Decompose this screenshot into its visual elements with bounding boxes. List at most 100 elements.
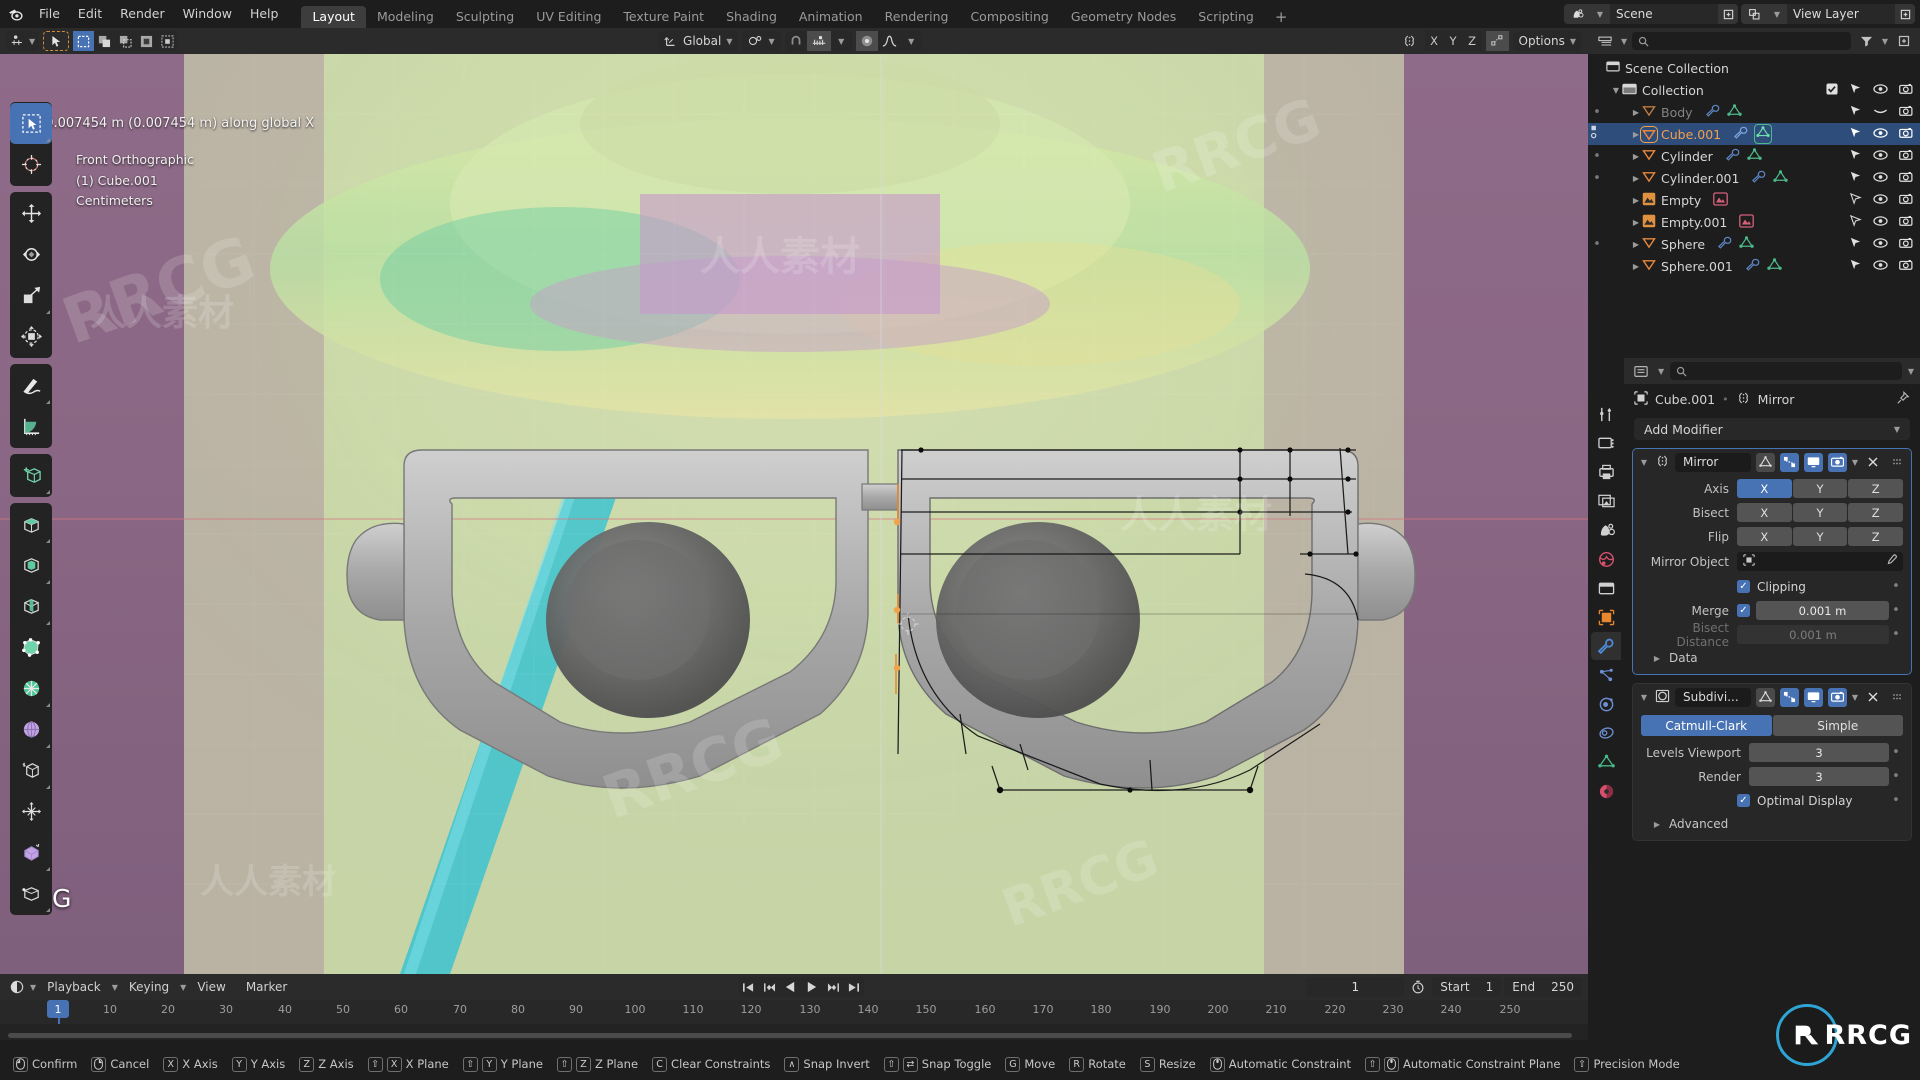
mirror-collapse-triangle-icon[interactable]: ▼ (1638, 458, 1650, 467)
mirror-delete-icon[interactable] (1863, 453, 1882, 472)
tab-tool[interactable] (1591, 400, 1621, 428)
outliner-display-mode-chevron-icon[interactable]: ▼ (1621, 37, 1627, 46)
scale-tool[interactable] (10, 275, 52, 316)
mirror-options-icon[interactable] (1398, 31, 1421, 51)
mesh-data-icon[interactable] (1754, 124, 1773, 144)
outliner-new-collection-icon[interactable] (1893, 31, 1914, 51)
mirror-axis-x-button[interactable]: X (1737, 479, 1792, 498)
camera-icon[interactable] (1899, 171, 1913, 186)
mirror-axis-z[interactable]: Z (1462, 31, 1482, 51)
tab-render[interactable] (1591, 429, 1621, 457)
mirror-data-subpanel[interactable]: ▶ Data (1641, 648, 1903, 666)
outliner-row-body[interactable]: • ▶ Body (1588, 101, 1920, 123)
annotate-tool[interactable] (10, 365, 52, 406)
disclosure-triangle-icon[interactable]: ▼ (1610, 86, 1622, 95)
menu-edit[interactable]: Edit (69, 0, 111, 28)
mirror-render-display-icon[interactable] (1827, 452, 1847, 472)
prev-keyframe-button[interactable] (760, 977, 780, 997)
tweak-tool[interactable] (10, 103, 52, 144)
outliner-row-sphere[interactable]: • ▶ Sphere (1588, 233, 1920, 255)
mirror-flip-y-button[interactable]: Y (1792, 527, 1848, 546)
image-data-icon[interactable] (1713, 191, 1729, 209)
subdivision-drag-handle-icon[interactable] (1887, 688, 1906, 707)
subdivision-edit-mode-display-icon[interactable] (1779, 687, 1799, 707)
selectable-filter-icon[interactable] (1849, 236, 1862, 252)
selectable-filter-icon[interactable] (1849, 104, 1862, 120)
loop-cut-tool[interactable] (10, 627, 52, 668)
tab-collection[interactable] (1591, 574, 1621, 602)
selectable-filter-icon[interactable] (1849, 258, 1862, 274)
falloff-chevron-down-icon[interactable]: ▼ (901, 31, 922, 51)
mirror-flip-x-button[interactable]: X (1737, 527, 1792, 546)
tab-constraints[interactable] (1591, 719, 1621, 747)
selectable-filter-icon[interactable] (1849, 148, 1862, 164)
filter-chevron-icon[interactable]: ▼ (1882, 37, 1888, 46)
jump-to-start-button[interactable] (739, 977, 759, 997)
eye-icon[interactable] (1873, 259, 1888, 274)
new-view-layer-button[interactable] (1895, 4, 1915, 24)
modifier-wrench-icon[interactable] (1705, 104, 1720, 120)
mesh-data-icon[interactable] (1726, 103, 1742, 121)
clipping-animate-dot[interactable]: • (1889, 579, 1903, 594)
spin-tool[interactable] (10, 750, 52, 791)
timeline-menu-view[interactable]: View (188, 977, 234, 997)
camera-icon[interactable] (1899, 193, 1913, 208)
timeline-ruler[interactable]: 10 20 30 40 50 60 70 80 90 100 110 120 1… (0, 1000, 1588, 1024)
mirror-show-on-cage-icon[interactable] (1755, 452, 1775, 472)
subdivision-advanced-subpanel[interactable]: ▶ Advanced (1641, 814, 1903, 832)
merge-checkbox[interactable]: ✓ (1737, 604, 1750, 617)
outliner-row-empty[interactable]: ▶ Empty (1588, 189, 1920, 211)
mesh-data-icon[interactable] (1767, 257, 1782, 275)
scene-browse-chevron-icon[interactable]: ▼ (1590, 4, 1610, 24)
menu-render[interactable]: Render (111, 0, 174, 28)
subdivision-collapse-triangle-icon[interactable]: ▼ (1638, 693, 1650, 702)
timeline-menu-keying[interactable]: Keying (120, 977, 178, 997)
transform-orientation-selector[interactable]: Global ▼ (658, 31, 739, 51)
tab-object[interactable] (1591, 603, 1621, 631)
modifier-wrench-icon[interactable] (1745, 258, 1760, 274)
mesh-data-icon[interactable] (1773, 169, 1789, 187)
camera-icon[interactable] (1899, 83, 1913, 98)
camera-icon[interactable] (1899, 215, 1913, 230)
knife-tool[interactable] (10, 668, 52, 709)
disclosure-triangle-icon[interactable]: ▶ (1630, 196, 1642, 205)
breadcrumb-modifier-name[interactable]: Mirror (1758, 392, 1795, 407)
tab-output[interactable] (1591, 458, 1621, 486)
playback-chevron-icon[interactable]: ▼ (112, 983, 118, 992)
add-cube-tool[interactable] (10, 455, 52, 496)
rotate-tool[interactable] (10, 234, 52, 275)
tab-view-layer[interactable] (1591, 487, 1621, 515)
disclosure-triangle-icon[interactable]: ▶ (1630, 130, 1642, 139)
mirror-axis-x[interactable]: X (1424, 31, 1444, 51)
modifier-wrench-icon[interactable] (1751, 170, 1766, 186)
smooth-tool[interactable] (10, 791, 52, 832)
3d-viewport[interactable]: RRCG RRCG RRCG RRCG 人人素材 人人素材 人人素材 人人素材 … (0, 54, 1588, 974)
select-subtract-icon[interactable] (115, 31, 136, 51)
interaction-mode-selector[interactable]: ▼ (6, 31, 40, 51)
timeline-editor-chevron-icon[interactable]: ▼ (30, 983, 36, 992)
move-tool[interactable] (10, 193, 52, 234)
properties-editor-type-icon[interactable] (1630, 361, 1652, 381)
disclosure-triangle-icon[interactable]: ▶ (1630, 108, 1642, 117)
snap-magnet-icon[interactable] (785, 31, 807, 51)
select-box-icon[interactable] (73, 31, 95, 51)
tab-particles[interactable] (1591, 661, 1621, 689)
mirror-edit-mode-display-icon[interactable] (1779, 452, 1799, 472)
timeline-editor-type-icon[interactable] (6, 977, 28, 997)
mirror-axis-z-button[interactable]: Z (1848, 479, 1904, 498)
camera-icon[interactable] (1899, 105, 1913, 120)
rip-region-tool[interactable] (10, 873, 52, 914)
disclosure-triangle-icon[interactable]: ▶ (1630, 218, 1642, 227)
properties-type-chevron-icon[interactable]: ▼ (1658, 367, 1664, 376)
play-button[interactable] (802, 977, 822, 997)
disclosure-triangle-icon[interactable]: ▶ (1630, 262, 1642, 271)
timeline-playhead[interactable]: 1 (47, 1000, 69, 1018)
timeline-menu-playback[interactable]: Playback (38, 977, 110, 997)
eye-icon[interactable] (1873, 171, 1888, 186)
bevel-tool[interactable] (10, 586, 52, 627)
scene-name-field[interactable]: Scene (1610, 4, 1718, 24)
extrude-region-tool[interactable] (10, 504, 52, 545)
outliner-search-input[interactable] (1632, 32, 1851, 50)
add-modifier-button[interactable]: Add Modifier ▼ (1634, 418, 1910, 440)
levels-viewport-field[interactable]: 3 (1749, 743, 1889, 762)
